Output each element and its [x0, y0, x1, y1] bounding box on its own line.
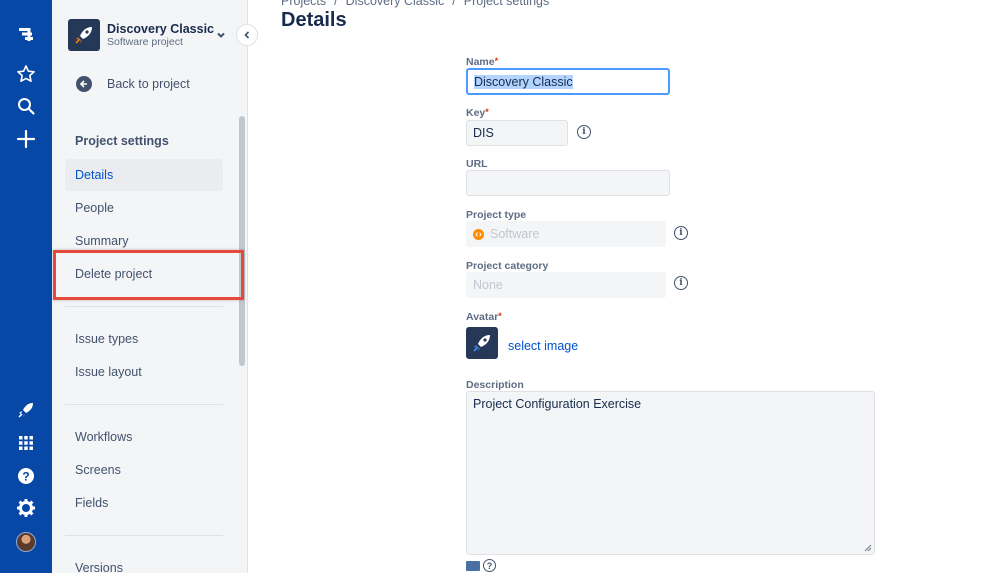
- info-icon[interactable]: i: [674, 226, 688, 240]
- url-input[interactable]: [466, 170, 670, 196]
- search-icon[interactable]: [13, 93, 39, 119]
- sidebar-item-versions[interactable]: Versions: [65, 552, 223, 584]
- sidebar-divider: [65, 535, 223, 536]
- help-icon[interactable]: ?: [483, 559, 496, 572]
- sidebar-item-fields[interactable]: Fields: [65, 487, 223, 519]
- key-label: Key*: [466, 107, 489, 119]
- sidebar-item-people[interactable]: People: [65, 192, 223, 224]
- description-textarea[interactable]: Project Configuration Exercise: [466, 391, 875, 555]
- project-category-select[interactable]: None: [466, 272, 666, 298]
- back-to-project-label: Back to project: [107, 77, 190, 91]
- info-icon[interactable]: i: [577, 125, 591, 139]
- name-input[interactable]: Discovery Classic: [466, 68, 670, 95]
- name-label: Name*: [466, 56, 499, 68]
- key-input[interactable]: DIS: [466, 120, 568, 146]
- project-switcher[interactable]: Discovery Classic Software project: [68, 18, 238, 52]
- apps-grid-icon[interactable]: [13, 430, 39, 456]
- project-avatar-image: [466, 327, 498, 359]
- project-type-label: Project type: [466, 209, 527, 221]
- chevron-down-icon[interactable]: [216, 27, 226, 45]
- collapse-sidebar-button[interactable]: [236, 24, 258, 46]
- sidebar-item-summary[interactable]: Summary: [65, 225, 223, 257]
- sidebar-divider: [65, 404, 223, 405]
- project-type-field: Software: [466, 221, 666, 247]
- description-toolbar: ?: [466, 559, 496, 572]
- avatar[interactable]: [13, 529, 39, 555]
- project-type: Software project: [107, 35, 183, 48]
- sidebar-item-issue-layout[interactable]: Issue layout: [65, 356, 223, 388]
- svg-text:?: ?: [22, 470, 29, 484]
- project-category-label: Project category: [466, 260, 549, 272]
- sidebar-item-delete-project[interactable]: Delete project: [65, 258, 223, 290]
- project-sidebar: Discovery Classic Software project Back …: [52, 0, 248, 575]
- description-label: Description: [466, 379, 524, 391]
- url-label: URL: [466, 158, 488, 170]
- arrow-left-icon: [76, 76, 92, 92]
- avatar-label: Avatar*: [466, 311, 502, 323]
- sidebar-scrollbar[interactable]: [239, 116, 245, 366]
- page-title: Details: [281, 9, 347, 31]
- sidebar-item-issue-types[interactable]: Issue types: [65, 323, 223, 355]
- sidebar-item-details[interactable]: Details: [65, 159, 223, 191]
- jira-logo-icon[interactable]: [13, 21, 39, 47]
- project-name: Discovery Classic: [107, 21, 215, 36]
- info-icon[interactable]: i: [674, 276, 688, 290]
- chevron-left-icon: [244, 31, 250, 39]
- software-icon: [473, 228, 484, 240]
- select-image-link[interactable]: select image: [508, 339, 578, 353]
- star-icon[interactable]: [13, 61, 39, 87]
- sidebar-item-workflows[interactable]: Workflows: [65, 421, 223, 453]
- folder-icon[interactable]: [466, 560, 480, 571]
- help-icon[interactable]: ?: [13, 463, 39, 489]
- breadcrumb-projects[interactable]: Projects: [281, 0, 326, 8]
- breadcrumb-settings[interactable]: Project settings: [464, 0, 549, 8]
- back-to-project-link[interactable]: Back to project: [76, 76, 190, 92]
- breadcrumb: Projects / Discovery Classic / Project setti…: [281, 0, 549, 8]
- project-avatar-icon: [68, 19, 100, 51]
- rocket-icon[interactable]: [13, 397, 39, 423]
- sidebar-item-screens[interactable]: Screens: [65, 454, 223, 486]
- gear-icon[interactable]: [13, 495, 39, 521]
- global-nav: ?: [0, 0, 52, 573]
- breadcrumb-project[interactable]: Discovery Classic: [346, 0, 445, 8]
- sidebar-section-title: Project settings: [75, 134, 169, 148]
- resize-handle-icon: [864, 544, 872, 552]
- sidebar-divider: [65, 306, 223, 307]
- plus-icon[interactable]: [13, 126, 39, 152]
